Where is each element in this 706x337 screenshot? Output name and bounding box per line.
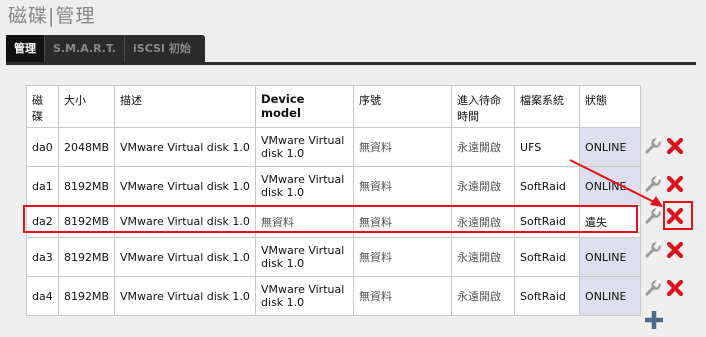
cell-standby: 永遠開啟 [451, 166, 516, 206]
cell-model: VMware Virtual disk 1.0 [255, 127, 355, 167]
cell-filesystem: SoftRaid [514, 205, 581, 238]
tab-bar: 管理 S.M.A.R.T. iSCSI 初始 [6, 35, 205, 62]
cell-model: VMware Virtual disk 1.0 [255, 276, 355, 316]
table-header-row: 磁碟 大小 描述 Device model 序號 進入待命時間 檔案系統 狀態 [26, 85, 642, 128]
cell-standby: 永遠開啟 [451, 237, 516, 277]
cell-disk: da3 [26, 237, 59, 277]
cell-disk: da4 [26, 276, 59, 316]
wrench-icon[interactable] [644, 241, 662, 259]
cell-filesystem: SoftRaid [514, 166, 581, 206]
delete-x-icon[interactable] [666, 175, 684, 193]
table-row: da0 2048MB VMware Virtual disk 1.0 VMwar… [26, 127, 642, 167]
cell-standby: 永遠開啟 [451, 276, 516, 316]
cell-size: 2048MB [57, 127, 116, 167]
delete-x-icon[interactable] [666, 279, 684, 297]
row-actions-da4 [644, 278, 688, 298]
cell-description: VMware Virtual disk 1.0 [114, 276, 257, 316]
cell-size: 8192MB [57, 205, 116, 238]
col-header-serial: 序號 [353, 85, 453, 128]
cell-disk: da0 [26, 127, 59, 167]
wrench-icon[interactable] [644, 207, 662, 225]
wrench-icon[interactable] [644, 279, 662, 297]
table-row: da3 8192MB VMware Virtual disk 1.0 VMwar… [26, 237, 642, 277]
cell-serial: 無資料 [353, 276, 453, 316]
cell-status: ONLINE [579, 237, 642, 277]
cell-standby: 永遠開啟 [451, 127, 516, 167]
tab-iscsi-initiator[interactable]: iSCSI 初始 [125, 35, 205, 62]
cell-model: VMware Virtual disk 1.0 [255, 237, 355, 277]
delete-x-icon[interactable] [666, 137, 684, 155]
cell-description: VMware Virtual disk 1.0 [114, 127, 257, 167]
cell-status: ONLINE [579, 127, 642, 167]
plus-icon[interactable] [645, 311, 663, 329]
disk-table: 磁碟 大小 描述 Device model 序號 進入待命時間 檔案系統 狀態 … [26, 85, 642, 316]
table-row: da1 8192MB VMware Virtual disk 1.0 VMwar… [26, 166, 642, 206]
tab-smart[interactable]: S.M.A.R.T. [45, 35, 125, 62]
col-header-standby-time: 進入待命時間 [451, 85, 516, 128]
cell-description: VMware Virtual disk 1.0 [114, 237, 257, 277]
cell-filesystem: SoftRaid [514, 237, 581, 277]
col-header-description: 描述 [114, 85, 257, 128]
wrench-icon[interactable] [644, 175, 662, 193]
col-header-status: 狀態 [579, 85, 642, 128]
table-row: da2 8192MB VMware Virtual disk 1.0 無資料 無… [26, 205, 642, 238]
cell-model: 無資料 [255, 205, 355, 238]
row-actions-da0 [644, 136, 688, 156]
cell-filesystem: SoftRaid [514, 276, 581, 316]
col-header-disk: 磁碟 [26, 85, 59, 128]
cell-size: 8192MB [57, 276, 116, 316]
cell-disk: da2 [26, 205, 59, 238]
cell-serial: 無資料 [353, 205, 453, 238]
col-header-filesystem: 檔案系統 [514, 85, 581, 128]
row-actions-da2 [644, 206, 688, 226]
cell-status: ONLINE [579, 276, 642, 316]
cell-model: VMware Virtual disk 1.0 [255, 166, 355, 206]
delete-x-icon[interactable] [666, 207, 684, 225]
col-header-size: 大小 [57, 85, 116, 128]
cell-size: 8192MB [57, 237, 116, 277]
wrench-icon[interactable] [644, 137, 662, 155]
cell-description: VMware Virtual disk 1.0 [114, 166, 257, 206]
page-title: 磁碟|管理 [8, 5, 96, 27]
cell-serial: 無資料 [353, 237, 453, 277]
table-row: da4 8192MB VMware Virtual disk 1.0 VMwar… [26, 276, 642, 316]
cell-size: 8192MB [57, 166, 116, 206]
cell-status: 遺失 [579, 205, 642, 238]
tab-manage[interactable]: 管理 [6, 35, 45, 62]
cell-standby: 永遠開啟 [451, 205, 516, 238]
row-actions-da3 [644, 240, 688, 260]
col-header-device-model: Device model [255, 85, 355, 128]
cell-serial: 無資料 [353, 127, 453, 167]
cell-serial: 無資料 [353, 166, 453, 206]
cell-status: ONLINE [579, 166, 642, 206]
cell-filesystem: UFS [514, 127, 581, 167]
cell-disk: da1 [26, 166, 59, 206]
tab-underline [6, 62, 696, 65]
delete-x-icon[interactable] [666, 241, 684, 259]
row-actions-da1 [644, 174, 688, 194]
cell-description: VMware Virtual disk 1.0 [114, 205, 257, 238]
